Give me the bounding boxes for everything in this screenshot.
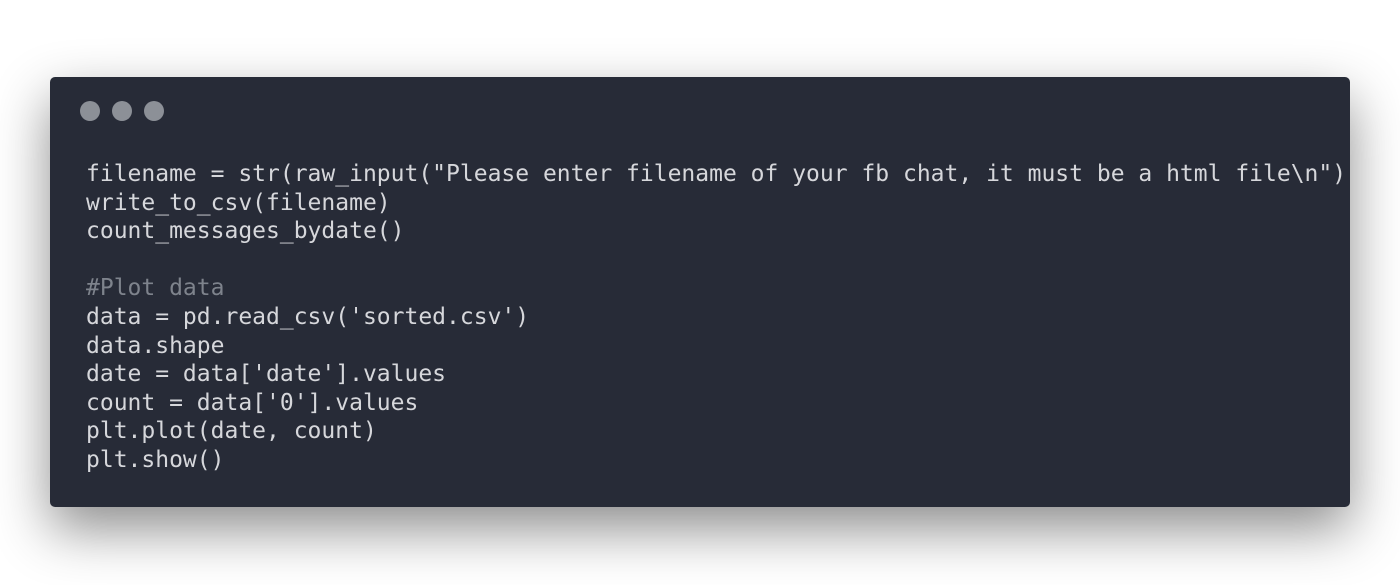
- code-line-6: data = pd.read_csv('sorted.csv'): [86, 303, 1350, 332]
- code-line-5: #Plot data: [86, 274, 1350, 303]
- code-comment: #Plot data: [86, 275, 225, 302]
- code-block: filename = str(raw_input("Please enter f…: [86, 160, 1350, 475]
- code-line-2: write_to_csv(filename): [86, 189, 1350, 218]
- code-line-10: plt.plot(date, count): [86, 417, 1350, 446]
- code-line-8: date = data['date'].values: [86, 360, 1350, 389]
- window-control-minimize[interactable]: [112, 101, 132, 121]
- code-line-9: count = data['0'].values: [86, 389, 1350, 418]
- code-token: filename = str(raw_input("Please enter f…: [86, 161, 1350, 187]
- code-line-1: filename = str(raw_input("Please enter f…: [86, 160, 1350, 189]
- code-token: plt.plot(date, count): [86, 418, 377, 445]
- code-window: filename = str(raw_input("Please enter f…: [50, 77, 1350, 507]
- code-token: date = data['date'].values: [86, 361, 447, 388]
- code-token: count_messages_bydate(): [86, 218, 405, 245]
- code-line-3: count_messages_bydate(): [86, 217, 1350, 246]
- window-control-maximize[interactable]: [144, 101, 164, 121]
- window-titlebar: [80, 101, 164, 121]
- code-token: data.shape: [86, 332, 225, 359]
- code-line-11: plt.show(): [86, 446, 1350, 475]
- code-token: write_to_csv(filename): [86, 189, 391, 216]
- code-line-7: data.shape: [86, 332, 1350, 361]
- code-token: plt.show(): [86, 446, 225, 473]
- code-token: count = data['0'].values: [86, 389, 419, 416]
- code-token: data = pd.read_csv('sorted.csv'): [86, 303, 530, 330]
- window-control-close[interactable]: [80, 101, 100, 121]
